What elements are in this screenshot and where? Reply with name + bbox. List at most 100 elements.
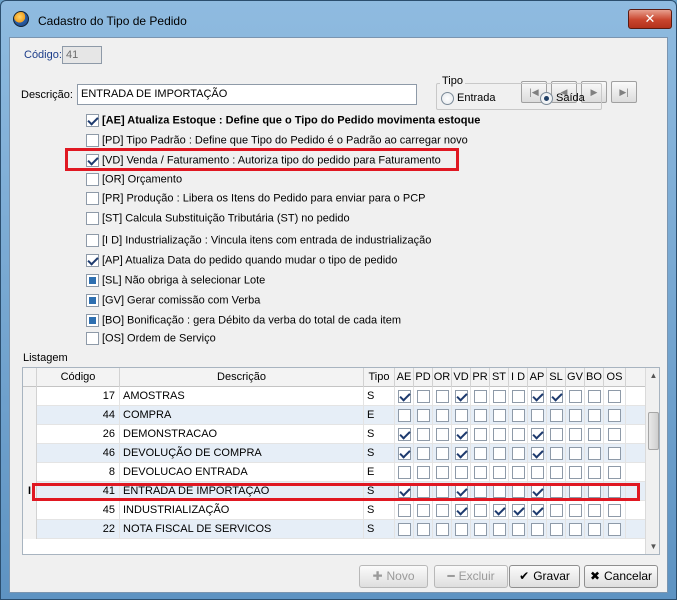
cell-checkbox[interactable] [511, 466, 525, 479]
cell-checkbox[interactable] [587, 466, 601, 479]
cell-checkbox[interactable] [397, 523, 411, 536]
radio-saida[interactable] [540, 92, 553, 105]
cell-checkbox[interactable] [608, 504, 621, 517]
table-row[interactable]: 17 AMOSTRAS S [23, 387, 645, 406]
cell-checkbox[interactable] [568, 504, 582, 517]
cell-checkbox[interactable] [397, 428, 411, 441]
table-row[interactable]: 26 DEMONSTRACAO S [23, 425, 645, 444]
cell-checkbox[interactable] [530, 504, 544, 517]
cell-checkbox[interactable] [473, 466, 487, 479]
cell-checkbox[interactable] [454, 428, 468, 441]
cell-checkbox[interactable] [511, 428, 525, 441]
cell-checkbox[interactable] [397, 466, 411, 479]
cell-checkbox[interactable] [454, 390, 468, 403]
cell-checkbox[interactable] [549, 447, 563, 460]
cell-checkbox[interactable] [397, 390, 411, 403]
column-header[interactable]: Código [37, 368, 120, 387]
cell-checkbox[interactable] [454, 447, 468, 460]
cell-checkbox[interactable] [511, 409, 525, 422]
flag-checkbox[interactable] [86, 173, 99, 186]
cell-checkbox[interactable] [492, 409, 506, 422]
cell-checkbox[interactable] [549, 466, 563, 479]
column-header[interactable]: PR [471, 368, 490, 387]
cell-checkbox[interactable] [587, 390, 601, 403]
column-header[interactable]: Descrição [120, 368, 364, 387]
cell-checkbox[interactable] [492, 447, 506, 460]
flag-row[interactable]: [PR] Produção : Libera os Itens do Pedid… [86, 192, 425, 208]
cell-checkbox[interactable] [568, 428, 582, 441]
cell-checkbox[interactable] [511, 390, 525, 403]
cell-checkbox[interactable] [587, 447, 601, 460]
table-row[interactable]: 8 DEVOLUCAO ENTRADA E [23, 463, 645, 482]
scroll-thumb[interactable] [648, 412, 659, 450]
cell-checkbox[interactable] [608, 409, 621, 422]
cell-checkbox[interactable] [511, 523, 525, 536]
cell-checkbox[interactable] [587, 504, 601, 517]
flag-checkbox[interactable] [86, 254, 99, 267]
flag-checkbox[interactable] [86, 114, 99, 127]
column-header[interactable]: OR [433, 368, 452, 387]
excluir-button[interactable]: ━ Excluir [434, 565, 508, 588]
flag-row[interactable]: [OR] Orçamento [86, 173, 182, 189]
cell-checkbox[interactable] [435, 447, 449, 460]
flag-checkbox[interactable] [86, 134, 99, 147]
table-row[interactable]: 46 DEVOLUÇÃO DE COMPRA S [23, 444, 645, 463]
cell-checkbox[interactable] [511, 504, 525, 517]
cell-checkbox[interactable] [568, 409, 582, 422]
cancelar-button[interactable]: ✖ Cancelar [584, 565, 658, 588]
scroll-down-icon[interactable]: ▼ [646, 539, 659, 554]
cell-checkbox[interactable] [435, 523, 449, 536]
cell-checkbox[interactable] [549, 504, 563, 517]
cell-checkbox[interactable] [416, 466, 430, 479]
column-header[interactable]: BO [585, 368, 604, 387]
cell-checkbox[interactable] [492, 523, 506, 536]
cell-checkbox[interactable] [473, 390, 487, 403]
cell-checkbox[interactable] [492, 466, 506, 479]
table-row[interactable]: 22 NOTA FISCAL DE SERVICOS S [23, 520, 645, 539]
flag-row[interactable]: [BO] Bonificação : gera Débito da verba … [86, 314, 401, 330]
cell-checkbox[interactable] [435, 409, 449, 422]
descricao-field[interactable]: ENTRADA DE IMPORTAÇÃO [77, 84, 417, 105]
cell-checkbox[interactable] [416, 409, 430, 422]
column-header[interactable]: GV [566, 368, 585, 387]
cell-checkbox[interactable] [473, 428, 487, 441]
cell-checkbox[interactable] [568, 390, 582, 403]
cell-checkbox[interactable] [473, 447, 487, 460]
novo-button[interactable]: ✚ Novo [359, 565, 428, 588]
cell-checkbox[interactable] [397, 447, 411, 460]
cell-checkbox[interactable] [492, 390, 506, 403]
vertical-scrollbar[interactable]: ▲ ▼ [645, 368, 659, 554]
flag-row[interactable]: [OS] Ordem de Serviço [86, 332, 216, 348]
last-record-button[interactable]: ▶| [611, 81, 637, 103]
radio-entrada[interactable] [441, 92, 454, 105]
codigo-field[interactable]: 41 [62, 46, 102, 64]
cell-checkbox[interactable] [435, 466, 449, 479]
cell-checkbox[interactable] [454, 466, 468, 479]
cell-checkbox[interactable] [416, 504, 430, 517]
cell-checkbox[interactable] [608, 447, 621, 460]
cell-checkbox[interactable] [416, 447, 430, 460]
cell-checkbox[interactable] [587, 409, 601, 422]
cell-checkbox[interactable] [473, 523, 487, 536]
cell-checkbox[interactable] [530, 523, 544, 536]
cell-checkbox[interactable] [530, 409, 544, 422]
flag-row[interactable]: [AE] Atualiza Estoque : Define que o Tip… [86, 114, 480, 130]
flag-row[interactable]: [SL] Não obriga à selecionar Lote [86, 274, 265, 290]
cell-checkbox[interactable] [435, 428, 449, 441]
cell-checkbox[interactable] [549, 409, 563, 422]
flag-row[interactable]: [ST] Calcula Substituição Tributária (ST… [86, 212, 350, 228]
cell-checkbox[interactable] [608, 466, 621, 479]
flag-checkbox[interactable] [86, 234, 99, 247]
table-row[interactable]: 45 INDUSTRIALIZAÇÃO S [23, 501, 645, 520]
flag-checkbox[interactable] [86, 314, 99, 327]
cell-checkbox[interactable] [397, 409, 411, 422]
flag-checkbox[interactable] [86, 192, 99, 205]
cell-checkbox[interactable] [492, 504, 506, 517]
column-header[interactable]: ST [490, 368, 509, 387]
column-header[interactable]: OS [604, 368, 626, 387]
cell-checkbox[interactable] [454, 409, 468, 422]
cell-checkbox[interactable] [530, 466, 544, 479]
cell-checkbox[interactable] [568, 523, 582, 536]
cell-checkbox[interactable] [608, 390, 621, 403]
cell-checkbox[interactable] [530, 447, 544, 460]
